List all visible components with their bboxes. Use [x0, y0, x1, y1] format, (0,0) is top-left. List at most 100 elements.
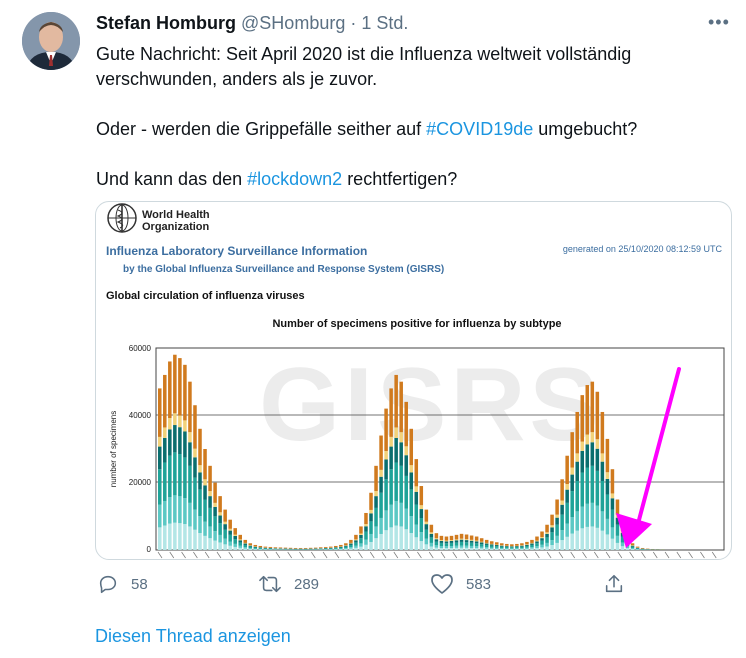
bar-segment — [489, 543, 494, 545]
bar-segment — [545, 532, 549, 534]
bar-segment — [359, 526, 363, 534]
bar-segment — [374, 507, 378, 527]
share-icon — [605, 574, 623, 593]
bar-segment — [484, 542, 489, 544]
x-tick-mark — [405, 551, 410, 559]
bar-segment — [163, 525, 167, 550]
bar-segment — [369, 533, 373, 542]
bar-segment — [600, 453, 605, 462]
like-button[interactable]: 583 — [430, 573, 491, 595]
bar-segment — [334, 545, 338, 548]
bar-segment — [555, 499, 559, 515]
bar-segment — [505, 546, 509, 549]
hashtag-covid19de[interactable]: #COVID19de — [426, 119, 533, 139]
show-thread-link[interactable]: Diesen Thread anzeigen — [95, 626, 291, 647]
more-options-icon[interactable]: ••• — [708, 12, 730, 33]
bar-segment — [459, 545, 464, 548]
bar-segment — [258, 548, 263, 550]
retweet-button[interactable]: 289 — [258, 573, 319, 595]
bar-segment — [444, 543, 449, 547]
bar-segment — [575, 411, 579, 454]
bar-segment — [404, 475, 408, 509]
bar-segment — [364, 512, 368, 525]
tweet-image-card[interactable]: World Health Organization Influenza Labo… — [95, 201, 732, 560]
bar-segment — [545, 546, 549, 550]
bar-segment — [630, 548, 635, 550]
bar-segment — [434, 533, 439, 539]
bar-segment — [424, 509, 429, 522]
bar-segment — [630, 549, 635, 550]
bar-segment — [540, 531, 544, 538]
bar-segment — [323, 548, 328, 550]
bar-segment — [243, 542, 248, 544]
bar-segment — [198, 428, 202, 466]
bar-segment — [590, 432, 595, 443]
bar-segment — [168, 523, 172, 550]
bar-segment — [394, 525, 398, 550]
bar-segment — [334, 547, 338, 548]
bar-segment — [540, 537, 544, 539]
bar-segment — [464, 534, 469, 540]
x-tick-mark — [346, 551, 351, 559]
bar-segment — [600, 530, 605, 550]
share-button[interactable] — [603, 573, 637, 595]
bar-segment — [575, 480, 579, 512]
bar-segment — [635, 548, 640, 550]
bar-segment — [183, 498, 187, 525]
bar-segment — [213, 482, 217, 503]
bar-segment — [223, 538, 227, 545]
bar-segment — [409, 489, 414, 517]
bar-segment — [615, 535, 620, 543]
bar-segment — [444, 548, 449, 550]
bar-segment — [424, 544, 429, 550]
bar-segment — [505, 549, 509, 550]
bar-segment — [540, 547, 544, 550]
bar-segment — [484, 543, 489, 545]
bar-segment — [384, 530, 388, 550]
x-tick-mark — [228, 551, 234, 559]
bar-segment — [510, 548, 514, 550]
x-tick-mark — [523, 551, 528, 559]
bar-segment — [354, 534, 358, 540]
bar-segment — [248, 549, 253, 550]
bar-segment — [620, 546, 625, 550]
avatar[interactable] — [22, 12, 80, 70]
bar-segment — [570, 533, 574, 550]
bar-segment — [369, 492, 373, 510]
bar-segment — [474, 541, 479, 544]
bar-segment — [213, 502, 217, 507]
bar-segment — [163, 437, 167, 463]
x-tick-mark — [240, 551, 245, 559]
bar-segment — [409, 428, 414, 466]
bar-segment — [238, 547, 242, 550]
bar-segment — [459, 541, 464, 546]
bar-segment — [550, 532, 554, 541]
bar-segment — [404, 455, 408, 476]
y-tick-label: 0 — [147, 545, 152, 554]
reply-button[interactable]: 58 — [97, 573, 148, 595]
bar-segment — [359, 543, 363, 547]
bar-segment — [474, 548, 479, 550]
x-tick-mark — [535, 551, 540, 559]
x-tick-mark — [322, 551, 328, 559]
bar-segment — [168, 361, 172, 419]
bar-segment — [464, 545, 469, 548]
author-handle[interactable]: @SHomburg — [241, 13, 345, 33]
bar-segment — [585, 385, 590, 435]
bar-segment — [268, 546, 273, 548]
hashtag-lockdown2[interactable]: #lockdown2 — [247, 169, 342, 189]
bar-segment — [414, 459, 419, 487]
bar-segment — [540, 538, 544, 541]
bar-segment — [173, 425, 177, 453]
bar-segment — [500, 549, 504, 550]
bar-segment — [439, 540, 444, 541]
bar-segment — [610, 538, 615, 550]
bar-segment — [404, 529, 408, 550]
bar-segment — [263, 546, 268, 548]
bar-segment — [454, 534, 459, 540]
bar-segment — [454, 545, 459, 548]
author-name[interactable]: Stefan Homburg — [96, 13, 236, 33]
bar-segment — [354, 539, 358, 541]
tweet-time[interactable]: 1 Std. — [361, 13, 408, 33]
x-tick-mark — [452, 551, 458, 559]
